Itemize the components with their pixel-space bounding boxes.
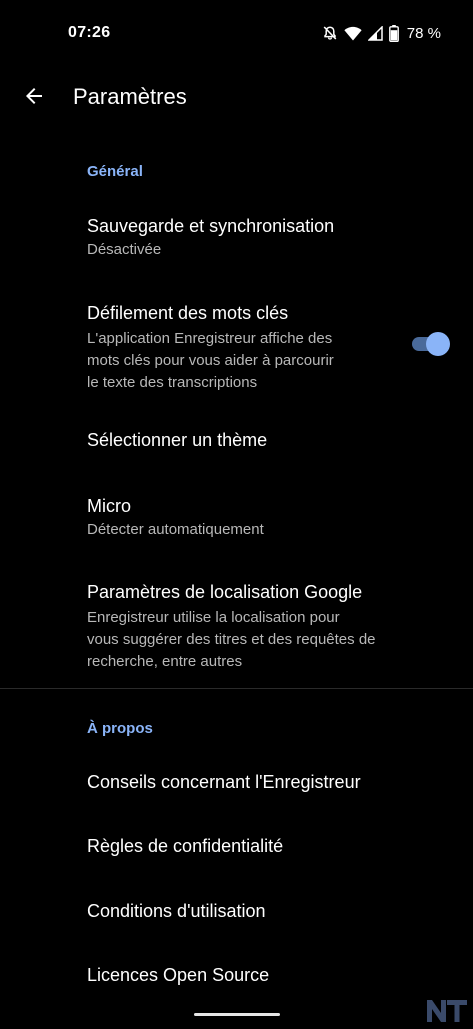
setting-title: Licences Open Source (87, 965, 270, 985)
setting-title: Micro (87, 496, 131, 516)
gesture-nav-handle[interactable] (194, 1013, 280, 1016)
setting-title: Règles de confidentialité (87, 836, 284, 856)
setting-title: Sélectionner un thème (87, 430, 268, 450)
battery-icon (388, 24, 399, 42)
setting-subtitle-line: recherche, entre autres (87, 653, 243, 670)
back-button[interactable] (14, 78, 54, 118)
setting-subtitle-line: vous suggérer des titres et des requêtes… (87, 631, 376, 648)
status-time: 07:26 (68, 24, 111, 41)
nt-watermark-logo (425, 996, 469, 1024)
setting-title: Sauvegarde et synchronisation (87, 216, 335, 236)
setting-title: Paramètres de localisation Google (87, 582, 363, 602)
section-divider (0, 688, 473, 689)
status-icons: 78 % (322, 22, 441, 44)
bell-off-icon (322, 25, 338, 41)
setting-open-source-licenses[interactable]: Licences Open Source (0, 951, 473, 1001)
arrow-back-icon (22, 84, 46, 113)
setting-terms-of-use[interactable]: Conditions d'utilisation (0, 886, 473, 936)
toggle-thumb (426, 332, 450, 356)
setting-recorder-tips[interactable]: Conseils concernant l'Enregistreur (0, 758, 473, 808)
setting-keyword-scrolling[interactable]: Défilement des mots clés L'application E… (0, 290, 473, 400)
setting-micro[interactable]: Micro Détecter automatiquement (0, 480, 473, 550)
app-bar: Paramètres (0, 68, 473, 128)
setting-subtitle-line: le texte des transcriptions (87, 374, 258, 391)
keyword-scrolling-toggle[interactable] (410, 331, 450, 357)
page-title: Paramètres (73, 84, 187, 109)
status-bar: 07:26 78 % (0, 0, 473, 68)
setting-title: Conditions d'utilisation (87, 901, 266, 921)
setting-title: Défilement des mots clés (87, 303, 289, 323)
setting-select-theme[interactable]: Sélectionner un thème (0, 415, 473, 467)
setting-subtitle-line: L'application Enregistreur affiche des (87, 330, 333, 347)
setting-subtitle-line: mots clés pour vous aider à parcourir (87, 352, 334, 369)
section-header-general: Général (87, 163, 143, 180)
setting-google-location[interactable]: Paramètres de localisation Google Enregi… (0, 565, 473, 675)
battery-percentage: 78 % (406, 24, 441, 42)
wifi-icon (344, 26, 362, 41)
setting-subtitle: Désactivée (87, 241, 162, 258)
setting-privacy-policy[interactable]: Règles de confidentialité (0, 822, 473, 872)
setting-title: Conseils concernant l'Enregistreur (87, 772, 361, 792)
signal-icon (367, 25, 383, 41)
setting-backup-sync[interactable]: Sauvegarde et synchronisation Désactivée (0, 200, 473, 272)
setting-subtitle-line: Enregistreur utilise la localisation pou… (87, 609, 340, 626)
section-header-about: À propos (87, 720, 153, 737)
setting-subtitle: Détecter automatiquement (87, 521, 264, 538)
